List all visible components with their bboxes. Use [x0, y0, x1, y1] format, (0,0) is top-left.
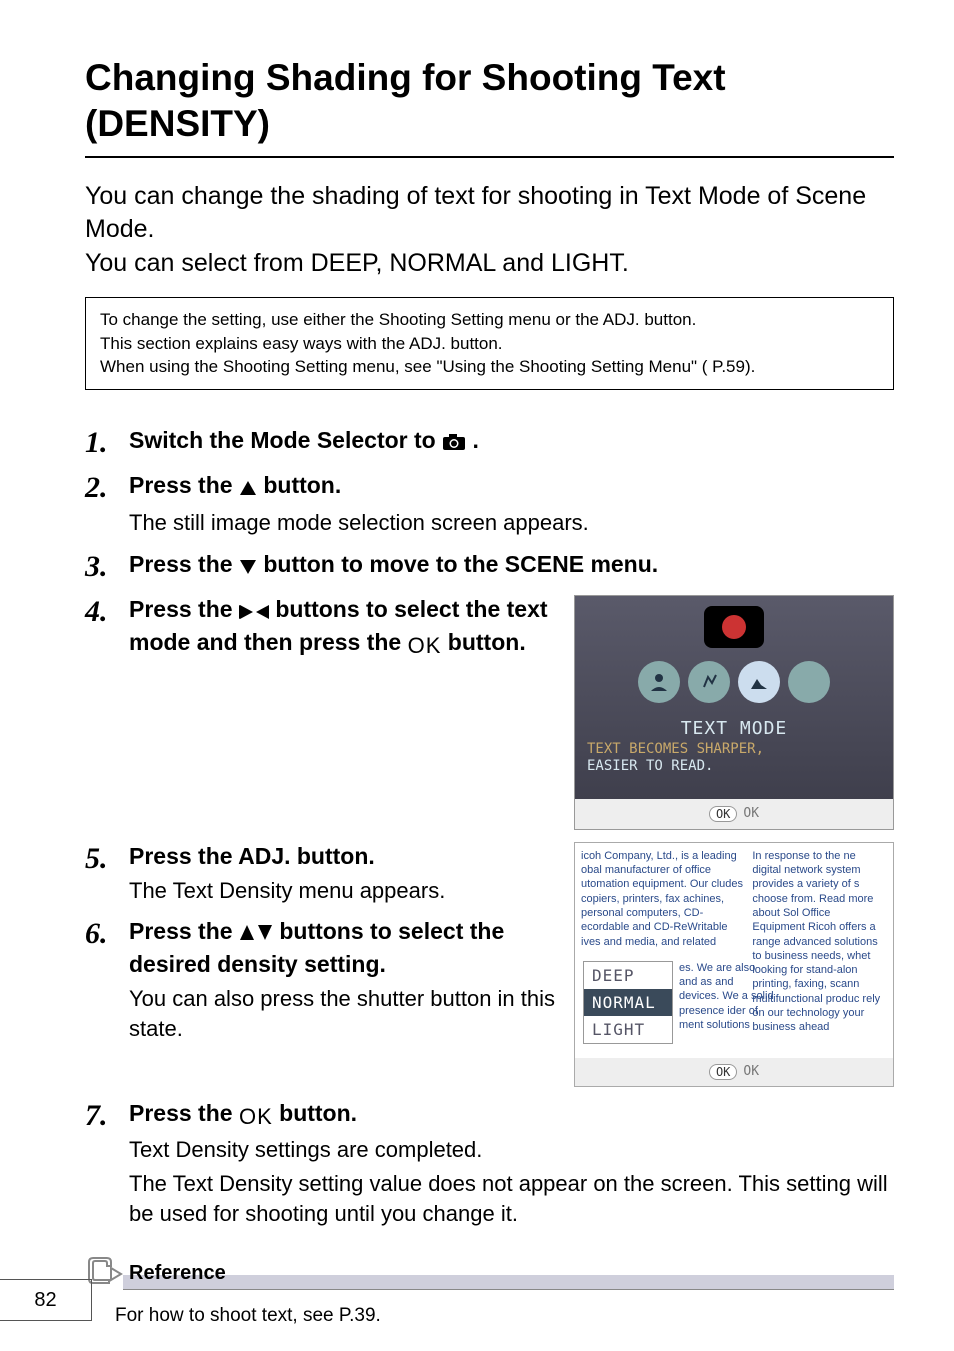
step-2-head: Press the button.: [129, 471, 894, 504]
left-right-arrow-icon: [239, 598, 269, 628]
intro-text: You can change the shading of text for s…: [85, 180, 894, 281]
screenshot-density-menu: icoh Company, Ltd., is a leading obal ma…: [574, 842, 894, 1087]
ss2-opt-normal: NORMAL: [584, 989, 672, 1016]
step-5-sub: The Text Density menu appears.: [129, 876, 556, 906]
step-7-sub1: Text Density settings are completed.: [129, 1135, 894, 1165]
step-1-head-a: Switch the Mode Selector to: [129, 427, 442, 453]
step-1-head-b: .: [473, 427, 479, 453]
step-2: 2. Press the button. The still image mod…: [85, 471, 894, 538]
ss1-desc-l1: TEXT BECOMES SHARPER,: [587, 741, 764, 757]
step-5-num: 5.: [85, 842, 129, 906]
step-3-head-b: button to move to the SCENE menu.: [263, 551, 658, 577]
intro-line1: You can change the shading of text for s…: [85, 182, 866, 244]
step-6-num: 6.: [85, 917, 129, 1043]
note-line-1: To change the setting, use either the Sh…: [100, 308, 879, 332]
ss1-desc-l2: EASIER TO READ.: [587, 758, 713, 774]
ss2-option-box: DEEP NORMAL LIGHT: [583, 961, 673, 1044]
step-3-num: 3.: [85, 550, 129, 583]
ss1-sports-icon: [688, 661, 730, 703]
ss1-landscape-icon: [738, 661, 780, 703]
ss1-camera-icon: [704, 606, 764, 648]
note-line-2: This section explains easy ways with the…: [100, 332, 879, 356]
ss2-ok-text: OK: [743, 1064, 759, 1079]
step-1-num: 1.: [85, 426, 129, 459]
ss1-night-icon: [788, 661, 830, 703]
ok-text-icon-2: OK: [239, 1103, 273, 1132]
ss1-mode-label: TEXT MODE: [575, 718, 893, 739]
ss2-opt-deep: DEEP: [584, 962, 672, 989]
ss2-side-text: es. We are also and as and devices. We a…: [679, 961, 774, 1032]
step-5-head: Press the ADJ. button.: [129, 842, 556, 872]
step-7-head: Press the OK button.: [129, 1099, 894, 1132]
ss2-opt-light: LIGHT: [584, 1016, 672, 1043]
step-4-num: 4.: [85, 595, 129, 830]
step-6-sub: You can also press the shutter button in…: [129, 984, 556, 1043]
step-7-head-a: Press the: [129, 1100, 239, 1126]
down-arrow-icon: [239, 553, 257, 583]
step-4: 4. Press the buttons to select the text …: [85, 595, 894, 830]
reference-box: Reference For how to shoot text, see P.3…: [85, 1256, 894, 1327]
camera-icon: [442, 429, 466, 459]
step-5-6-group: 5. Press the ADJ. button. The Text Densi…: [85, 842, 894, 1087]
step-6-head-a: Press the: [129, 918, 239, 944]
step-4-head-a: Press the: [129, 596, 239, 622]
step-7-sub2: The Text Density setting value does not …: [129, 1169, 894, 1228]
ss1-desc: TEXT BECOMES SHARPER, EASIER TO READ.: [587, 741, 881, 775]
screenshot-text-mode: TEXT MODE TEXT BECOMES SHARPER, EASIER T…: [574, 595, 894, 830]
step-3-head: Press the button to move to the SCENE me…: [129, 550, 894, 583]
step-4-head: Press the buttons to select the text mod…: [129, 595, 556, 660]
page-title: Changing Shading for Shooting Text (DENS…: [85, 55, 894, 148]
ss1-ok-pill: OK: [709, 806, 737, 822]
ss2-bg-left: icoh Company, Ltd., is a leading obal ma…: [581, 849, 749, 949]
step-2-num: 2.: [85, 471, 129, 538]
ok-text-icon: OK: [408, 632, 442, 661]
step-3: 3. Press the button to move to the SCENE…: [85, 550, 894, 583]
step-4-head-c: button.: [448, 629, 526, 655]
step-7-head-b: button.: [279, 1100, 357, 1126]
title-rule: [85, 156, 894, 158]
reference-title: Reference: [123, 1258, 894, 1290]
note-box: To change the setting, use either the Sh…: [85, 297, 894, 390]
steps-list: 1. Switch the Mode Selector to . 2. Pres…: [85, 426, 894, 1228]
step-7-num: 7.: [85, 1099, 129, 1229]
intro-line2: You can select from DEEP, NORMAL and LIG…: [85, 249, 629, 277]
ss1-icon-row: [575, 661, 893, 703]
step-6-head: Press the buttons to select the desired …: [129, 917, 556, 980]
ss1-portrait-icon: [638, 661, 680, 703]
reference-body: For how to shoot text, see P.39.: [115, 1305, 894, 1327]
note-line-3: When using the Shooting Setting menu, se…: [100, 355, 879, 379]
step-1-head: Switch the Mode Selector to .: [129, 426, 894, 459]
ss2-ok-pill: OK: [709, 1064, 737, 1080]
step-2-head-b: button.: [263, 472, 341, 498]
ss1-ok-bar: OK OK: [575, 799, 893, 829]
page-number: 82: [0, 1279, 92, 1321]
step-7: 7. Press the OK button. Text Density set…: [85, 1099, 894, 1229]
ss2-ok-bar: OK OK: [575, 1058, 893, 1086]
step-2-head-a: Press the: [129, 472, 239, 498]
step-2-sub: The still image mode selection screen ap…: [129, 508, 894, 538]
up-down-arrow-icon: [239, 920, 273, 950]
ss1-ok-text: OK: [743, 806, 759, 821]
step-1: 1. Switch the Mode Selector to .: [85, 426, 894, 459]
step-3-head-a: Press the: [129, 551, 239, 577]
up-arrow-icon: [239, 474, 257, 504]
